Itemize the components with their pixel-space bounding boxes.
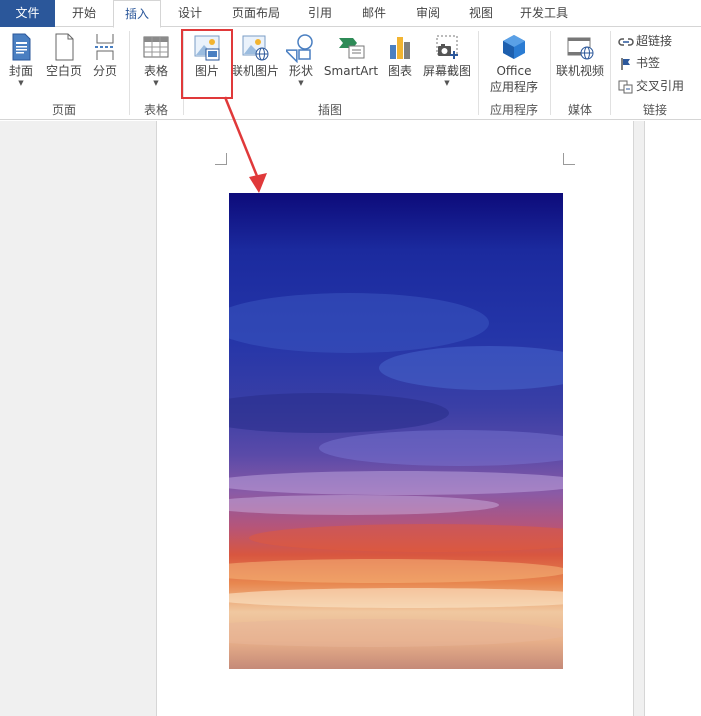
hyperlink-button[interactable]: 超链接 (618, 31, 672, 51)
pictures-button-highlight (181, 29, 233, 99)
inserted-sunset-sky-image[interactable] (229, 193, 563, 669)
chevron-down-icon: ▼ (444, 79, 450, 87)
tab-layout[interactable]: 页面布局 (224, 0, 288, 27)
page-break-button[interactable]: 分页 (88, 31, 122, 79)
page-break-icon (95, 34, 115, 60)
cross-reference-button[interactable]: 交叉引用 (618, 76, 684, 96)
smartart-button[interactable]: SmartArt (323, 31, 379, 79)
tab-review[interactable]: 审阅 (404, 0, 452, 27)
shapes-label: 形状 (288, 64, 313, 78)
blank-page-button[interactable]: 空白页 (43, 31, 85, 79)
table-button[interactable]: 表格 ▼ (137, 31, 175, 87)
bookmark-flag-icon (621, 57, 630, 70)
bookmark-button[interactable]: 书签 (618, 53, 660, 73)
tab-home[interactable]: 开始 (60, 0, 108, 27)
online-video-button[interactable]: 联机视频 (554, 31, 606, 79)
online-picture-icon (242, 35, 269, 61)
office-apps-label-line1: Office (496, 64, 532, 78)
smartart-label: SmartArt (323, 64, 379, 78)
cover-page-icon (12, 33, 31, 61)
blank-page-icon (55, 33, 74, 61)
tab-mailings[interactable]: 邮件 (350, 0, 398, 27)
group-label-tables: 表格 (143, 103, 168, 117)
hyperlink-label: 超链接 (636, 34, 673, 48)
shapes-icon (286, 34, 313, 63)
online-video-icon (567, 37, 594, 60)
tab-design[interactable]: 设计 (166, 0, 214, 27)
screenshot-label: 屏幕截图 (422, 64, 471, 78)
chevron-down-icon: ▼ (18, 79, 24, 87)
blank-page-label: 空白页 (45, 64, 82, 78)
group-label-pages: 页面 (51, 103, 76, 117)
tab-references[interactable]: 引用 (296, 0, 344, 27)
tab-developer[interactable]: 开发工具 (510, 0, 578, 27)
group-label-apps: 应用程序 (489, 103, 538, 117)
smartart-icon (339, 38, 365, 59)
cover-page-label: 封面 (8, 64, 33, 78)
office-store-icon (503, 35, 525, 59)
cover-page-button[interactable]: 封面 ▼ (3, 31, 39, 87)
group-label-media: 媒体 (567, 103, 592, 117)
hyperlink-icon (618, 37, 634, 46)
screenshot-button[interactable]: 屏幕截图 ▼ (420, 31, 474, 87)
online-pictures-button[interactable]: 联机图片 (231, 31, 279, 79)
online-video-label: 联机视频 (555, 64, 604, 78)
red-arrow-annotation (223, 96, 267, 193)
chevron-down-icon: ▼ (153, 79, 159, 87)
office-apps-label-line2: 应用程序 (489, 80, 538, 94)
table-icon (143, 36, 169, 58)
office-apps-button[interactable]: Office 应用程序 (483, 31, 545, 95)
cross-reference-icon (618, 80, 633, 93)
chart-label: 图表 (387, 64, 412, 78)
ribbon-tab-bar: 文件 开始 插入 设计 页面布局 引用 邮件 审阅 视图 开发工具 (0, 0, 701, 28)
tab-file[interactable]: 文件 (0, 0, 55, 27)
cross-reference-label: 交叉引用 (636, 79, 685, 93)
online-pictures-label: 联机图片 (231, 64, 280, 78)
shapes-button[interactable]: 形状 ▼ (283, 31, 319, 87)
screenshot-icon (436, 35, 458, 59)
ribbon-insert: 封面 ▼ 空白页 分页 页面 表格 ▼ 表格 图片 联机图片 形状 ▼ Smar… (0, 27, 701, 120)
group-label-links: 链接 (642, 103, 667, 117)
bar-chart-icon (390, 37, 410, 59)
margin-corner-top-right (563, 153, 575, 165)
tab-insert[interactable]: 插入 (113, 0, 161, 28)
chevron-down-icon: ▼ (298, 79, 304, 87)
table-label: 表格 (143, 64, 168, 78)
chart-button[interactable]: 图表 (383, 31, 417, 79)
bookmark-label: 书签 (636, 56, 661, 70)
tab-view[interactable]: 视图 (457, 0, 505, 27)
next-page-edge (644, 121, 701, 716)
page-break-label: 分页 (92, 64, 117, 78)
